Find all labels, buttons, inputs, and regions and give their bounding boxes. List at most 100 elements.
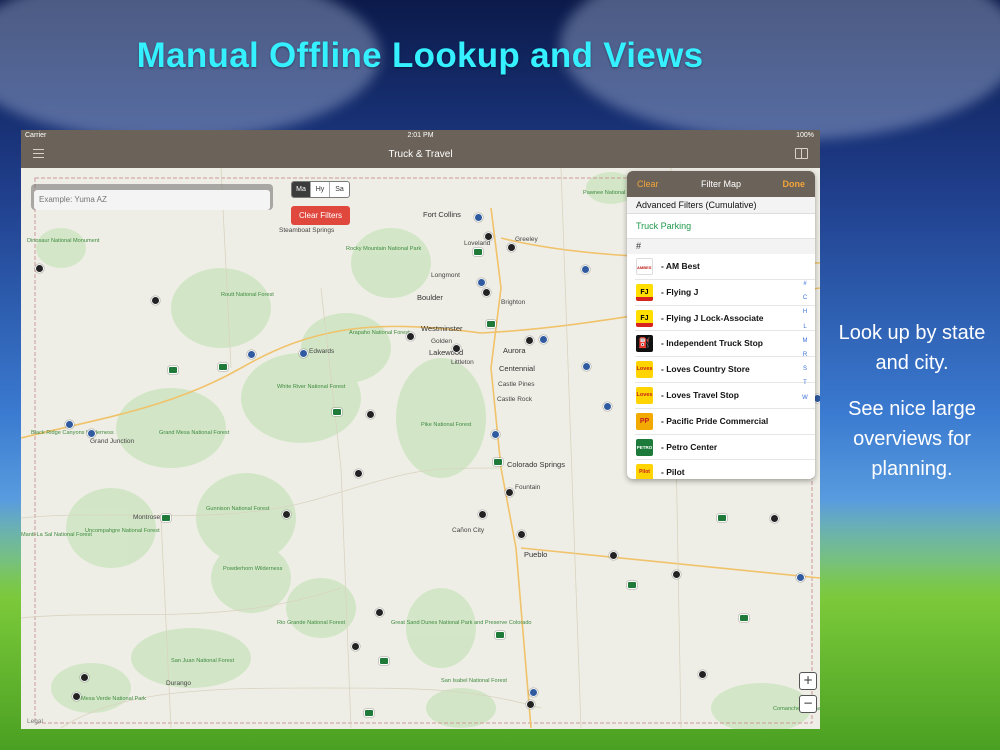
truck-stop-marker[interactable] [484, 232, 493, 241]
brand-name: - Flying J [661, 286, 699, 297]
brand-filter-pacific-pride-commercial[interactable]: PP - Pacific Pride Commercial [635, 409, 815, 435]
side-caption-line: See nice large [848, 398, 976, 420]
index-letter[interactable]: H [801, 305, 809, 319]
truck-stop-marker[interactable] [473, 248, 483, 256]
parking-marker[interactable] [582, 362, 591, 371]
truck-stop-marker[interactable] [375, 608, 384, 617]
truck-stop-marker[interactable] [482, 288, 491, 297]
truck-stop-marker[interactable] [505, 488, 514, 497]
map-type-option-hybrid[interactable]: Hy [311, 182, 330, 197]
filter-panel-header: Clear Filter Map Done [627, 171, 815, 197]
legal-link[interactable]: Legal [27, 718, 43, 725]
truck-stop-marker[interactable] [627, 581, 637, 589]
truck-stop-marker[interactable] [282, 510, 291, 519]
zoom-out-button[interactable]: − [799, 695, 817, 713]
truck-stop-marker[interactable] [354, 469, 363, 478]
truck-stop-marker[interactable] [486, 320, 496, 328]
map-view[interactable]: Fort Collins Loveland Greeley Longmont B… [21, 168, 820, 729]
truck-stop-marker[interactable] [351, 642, 360, 651]
truck-stop-marker[interactable] [366, 410, 375, 419]
truck-stop-marker[interactable] [507, 243, 516, 252]
brand-filter-petro-center[interactable]: PETRO - Petro Center [635, 435, 815, 461]
truck-stop-marker[interactable] [478, 510, 487, 519]
truck-stop-marker[interactable] [452, 344, 461, 353]
truck-stop-marker[interactable] [151, 296, 160, 305]
truck-stop-marker[interactable] [72, 692, 81, 701]
truck-stop-marker[interactable] [406, 332, 415, 341]
truck-stop-marker[interactable] [698, 670, 707, 679]
index-letter[interactable]: W [801, 391, 809, 405]
park-label: Mesa Verde National Park [81, 696, 146, 702]
truck-stop-marker[interactable] [526, 700, 535, 709]
city-label: Fountain [515, 484, 541, 491]
brand-filter-am-best[interactable]: AMBEST - AM Best [635, 254, 815, 280]
truck-stop-marker[interactable] [717, 514, 727, 522]
advanced-filters-header: Advanced Filters (Cumulative) [627, 197, 815, 214]
city-label: Littleton [451, 359, 474, 366]
parking-marker[interactable] [581, 265, 590, 274]
parking-marker[interactable] [539, 335, 548, 344]
parking-marker[interactable] [87, 429, 96, 438]
section-header: # [627, 239, 815, 254]
zoom-in-button[interactable]: + [799, 672, 817, 690]
city-label: Brighton [501, 299, 526, 306]
map-type-option-map[interactable]: Ma [292, 182, 311, 197]
parking-marker[interactable] [529, 688, 538, 697]
brand-filter-loves-country-store[interactable]: Loves - Loves Country Store [635, 357, 815, 383]
city-label: Cañon City [452, 527, 485, 534]
truck-stop-marker[interactable] [739, 614, 749, 622]
truck-stop-marker[interactable] [379, 657, 389, 665]
parking-marker[interactable] [796, 573, 805, 582]
side-caption-line: Look up by state [838, 322, 986, 344]
park-label: Manti-La Sal National Forest [21, 532, 92, 538]
filter-done-button[interactable]: Done [783, 179, 806, 189]
truck-stop-marker[interactable] [218, 363, 228, 371]
parking-marker[interactable] [491, 430, 500, 439]
alphabet-index: # C H L M R S T W [801, 277, 809, 405]
city-label: Longmont [431, 272, 460, 279]
clear-filters-button[interactable]: Clear Filters [291, 206, 350, 225]
parking-marker[interactable] [65, 420, 74, 429]
index-letter[interactable]: M [801, 334, 809, 348]
index-letter[interactable]: C [801, 291, 809, 305]
truck-stop-marker[interactable] [493, 458, 503, 466]
brand-filter-pilot[interactable]: Pilot - Pilot [635, 460, 815, 479]
index-letter[interactable]: # [801, 277, 809, 291]
parking-marker[interactable] [247, 350, 256, 359]
truck-stop-marker[interactable] [35, 264, 44, 273]
parking-marker[interactable] [603, 402, 612, 411]
truck-stop-marker[interactable] [609, 551, 618, 560]
map-type-option-satellite[interactable]: Sa [330, 182, 349, 197]
brand-filter-flying-j-lock-associate[interactable]: FJ - Flying J Lock-Associate [635, 306, 815, 332]
petro-logo-icon: PETRO [636, 438, 653, 456]
truck-stop-marker[interactable] [80, 673, 89, 682]
book-map-icon[interactable] [795, 148, 808, 159]
truck-parking-filter[interactable]: Truck Parking [627, 214, 815, 239]
parking-marker[interactable] [474, 213, 483, 222]
truck-stop-marker[interactable] [161, 514, 171, 522]
flying-j-logo-icon: FJ [636, 283, 653, 301]
index-letter[interactable]: R [801, 348, 809, 362]
index-letter[interactable]: S [801, 362, 809, 376]
brand-filter-independent-truck-stop[interactable]: ⛽ - Independent Truck Stop [635, 331, 815, 358]
brand-filter-loves-travel-stop[interactable]: Loves - Loves Travel Stop [635, 383, 815, 409]
brand-filter-flying-j[interactable]: FJ - Flying J [635, 280, 815, 306]
brand-name: - Pilot [661, 467, 685, 478]
truck-stop-marker[interactable] [495, 631, 505, 639]
city-label: Westminster [421, 324, 463, 333]
truck-stop-marker[interactable] [770, 514, 779, 523]
truck-stop-marker[interactable] [332, 408, 342, 416]
truck-stop-marker[interactable] [672, 570, 681, 579]
truck-stop-marker[interactable] [517, 530, 526, 539]
truck-stop-marker[interactable] [168, 366, 178, 374]
parking-marker[interactable] [299, 349, 308, 358]
parking-marker[interactable] [477, 278, 486, 287]
status-bar: Carrier 2:01 PM 100% [21, 130, 820, 142]
side-caption-line: planning. [871, 458, 953, 480]
index-letter[interactable]: L [801, 320, 809, 334]
index-letter[interactable]: T [801, 376, 809, 390]
truck-stop-marker[interactable] [364, 709, 374, 717]
park-label: Pawnee National Grassland [583, 190, 653, 196]
location-search-input[interactable] [34, 189, 270, 210]
truck-stop-marker[interactable] [525, 336, 534, 345]
